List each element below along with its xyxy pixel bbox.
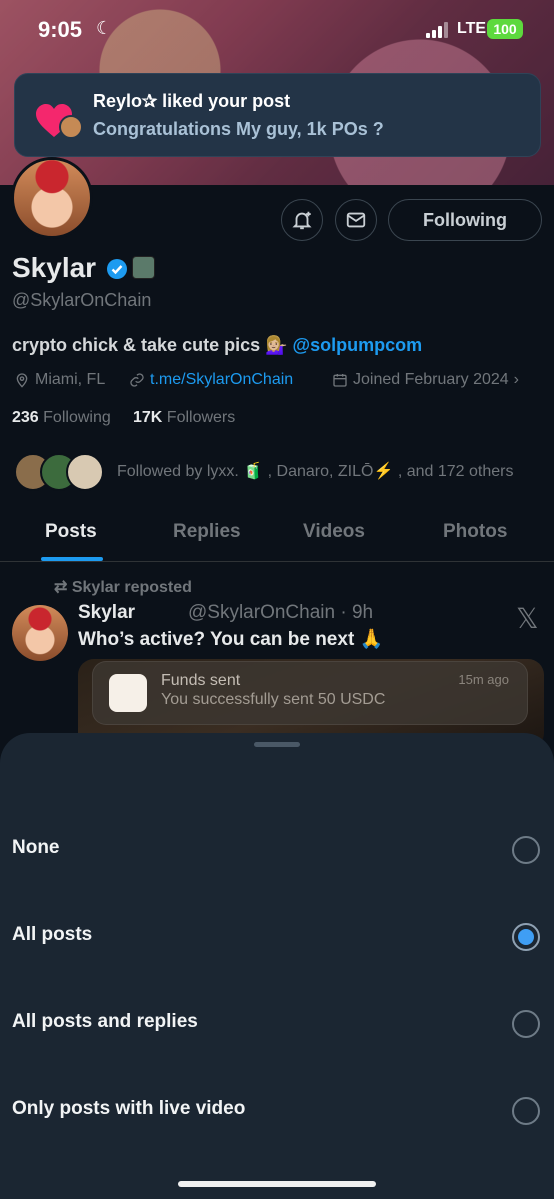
joined-item: Joined February 2024 › bbox=[332, 371, 519, 389]
following-button[interactable]: Following bbox=[388, 199, 542, 241]
status-bar: 9:05 ☾ LTE 100 bbox=[0, 0, 554, 60]
repost-label: Skylar reposted bbox=[71, 579, 192, 596]
post-author-handle: @SkylarOnChain · 9h bbox=[188, 602, 374, 623]
radio-button[interactable] bbox=[512, 1010, 540, 1038]
post-author-avatar[interactable] bbox=[12, 605, 68, 661]
tab-videos[interactable]: Videos bbox=[303, 521, 365, 543]
battery-indicator: 100 bbox=[487, 19, 523, 39]
network-label: LTE bbox=[457, 20, 487, 37]
post-text: Who’s active? You can be next 🙏 bbox=[78, 629, 384, 650]
avatar bbox=[66, 453, 104, 491]
followed-by-text[interactable]: Followed by lyxx. 🧃 , Danaro, ZILŌ⚡ , an… bbox=[117, 461, 513, 481]
x-logo-icon: 𝕏 bbox=[516, 603, 539, 634]
option-label: All posts bbox=[12, 924, 93, 945]
followers-count: 17K bbox=[132, 409, 163, 426]
notification-body: Congratulations My guy, 1k POs ? bbox=[93, 119, 384, 139]
option-all-posts[interactable]: All posts bbox=[0, 906, 554, 966]
tab-posts[interactable]: Posts bbox=[45, 521, 97, 543]
signal-icon bbox=[426, 22, 452, 38]
option-label: None bbox=[12, 837, 60, 858]
link-item[interactable]: t.me/SkylarOnChain bbox=[129, 371, 293, 389]
option-none[interactable]: None bbox=[0, 819, 554, 879]
tab-photos[interactable]: Photos bbox=[443, 521, 507, 543]
location-icon bbox=[16, 373, 28, 388]
followed-by-avatars[interactable] bbox=[14, 453, 106, 491]
following-count: 236 bbox=[12, 409, 39, 426]
following-count-link[interactable]: 236 Following bbox=[12, 409, 111, 426]
bell-plus-icon bbox=[292, 211, 312, 230]
link-icon bbox=[130, 373, 144, 387]
display-name: Skylar bbox=[12, 252, 97, 283]
verified-badge-icon bbox=[107, 259, 127, 279]
location-item: Miami, FL bbox=[14, 371, 105, 389]
following-label: Following bbox=[43, 409, 111, 426]
calendar-icon bbox=[333, 374, 347, 387]
home-indicator[interactable] bbox=[178, 1181, 376, 1187]
post-header: Skylar @SkylarOnChain · 9h bbox=[78, 602, 373, 624]
liker-avatar bbox=[59, 115, 83, 139]
status-time: 9:05 bbox=[38, 17, 83, 42]
moon-icon: ☾ bbox=[96, 18, 113, 38]
repost-indicator: ⇄ Skylar reposted bbox=[54, 577, 192, 597]
tab-replies[interactable]: Replies bbox=[173, 521, 241, 543]
notification-settings-sheet: None All posts All posts and replies Onl… bbox=[0, 733, 554, 1199]
profile-link[interactable]: t.me/SkylarOnChain bbox=[150, 371, 293, 389]
like-notification-toast[interactable]: Reylo✰ liked your post Congratulations M… bbox=[14, 73, 541, 157]
radio-button-selected[interactable] bbox=[512, 923, 540, 951]
followers-count-link[interactable]: 17K Followers bbox=[133, 409, 235, 426]
repost-icon: ⇄ bbox=[54, 579, 68, 596]
chevron-right-icon: › bbox=[513, 371, 519, 388]
media-notification-time: 15m ago bbox=[458, 672, 509, 687]
message-button[interactable] bbox=[335, 199, 377, 241]
profile-bio: crypto chick & take cute pics 💁🏼‍♀️ @sol… bbox=[12, 335, 422, 356]
joined-text: Joined February 2024 bbox=[353, 371, 509, 388]
follow-counts: 236 Following 17K Followers bbox=[12, 409, 235, 427]
bio-mention-link[interactable]: @solpumpcom bbox=[293, 335, 423, 355]
active-tab-indicator bbox=[41, 557, 103, 561]
profile-handle: @SkylarOnChain bbox=[12, 290, 152, 310]
mail-icon bbox=[346, 212, 366, 228]
option-label: Only posts with live video bbox=[12, 1098, 246, 1119]
bio-text: crypto chick & take cute pics 💁🏼‍♀️ bbox=[12, 335, 293, 355]
affiliate-badge[interactable] bbox=[132, 256, 155, 279]
option-live-video[interactable]: Only posts with live video bbox=[0, 1080, 554, 1140]
profile-tabs: Posts Replies Videos Photos bbox=[0, 508, 554, 562]
notify-button[interactable] bbox=[281, 199, 323, 241]
option-all-posts-and-replies[interactable]: All posts and replies bbox=[0, 993, 554, 1053]
media-notification-card: Funds sent You successfully sent 50 USDC… bbox=[92, 661, 528, 725]
radio-button[interactable] bbox=[512, 1097, 540, 1125]
location-text: Miami, FL bbox=[35, 371, 106, 388]
option-label: All posts and replies bbox=[12, 1011, 198, 1032]
followers-label: Followers bbox=[166, 409, 236, 426]
metamask-icon bbox=[109, 674, 147, 712]
media-notification-body: You successfully sent 50 USDC bbox=[161, 691, 386, 708]
media-notification-title: Funds sent bbox=[161, 672, 241, 689]
sheet-grabber[interactable] bbox=[254, 742, 300, 747]
notification-title: Reylo✰ liked your post bbox=[93, 91, 291, 111]
radio-button[interactable] bbox=[512, 836, 540, 864]
post-author-name[interactable]: Skylar bbox=[78, 602, 135, 623]
profile-avatar[interactable] bbox=[11, 157, 93, 239]
